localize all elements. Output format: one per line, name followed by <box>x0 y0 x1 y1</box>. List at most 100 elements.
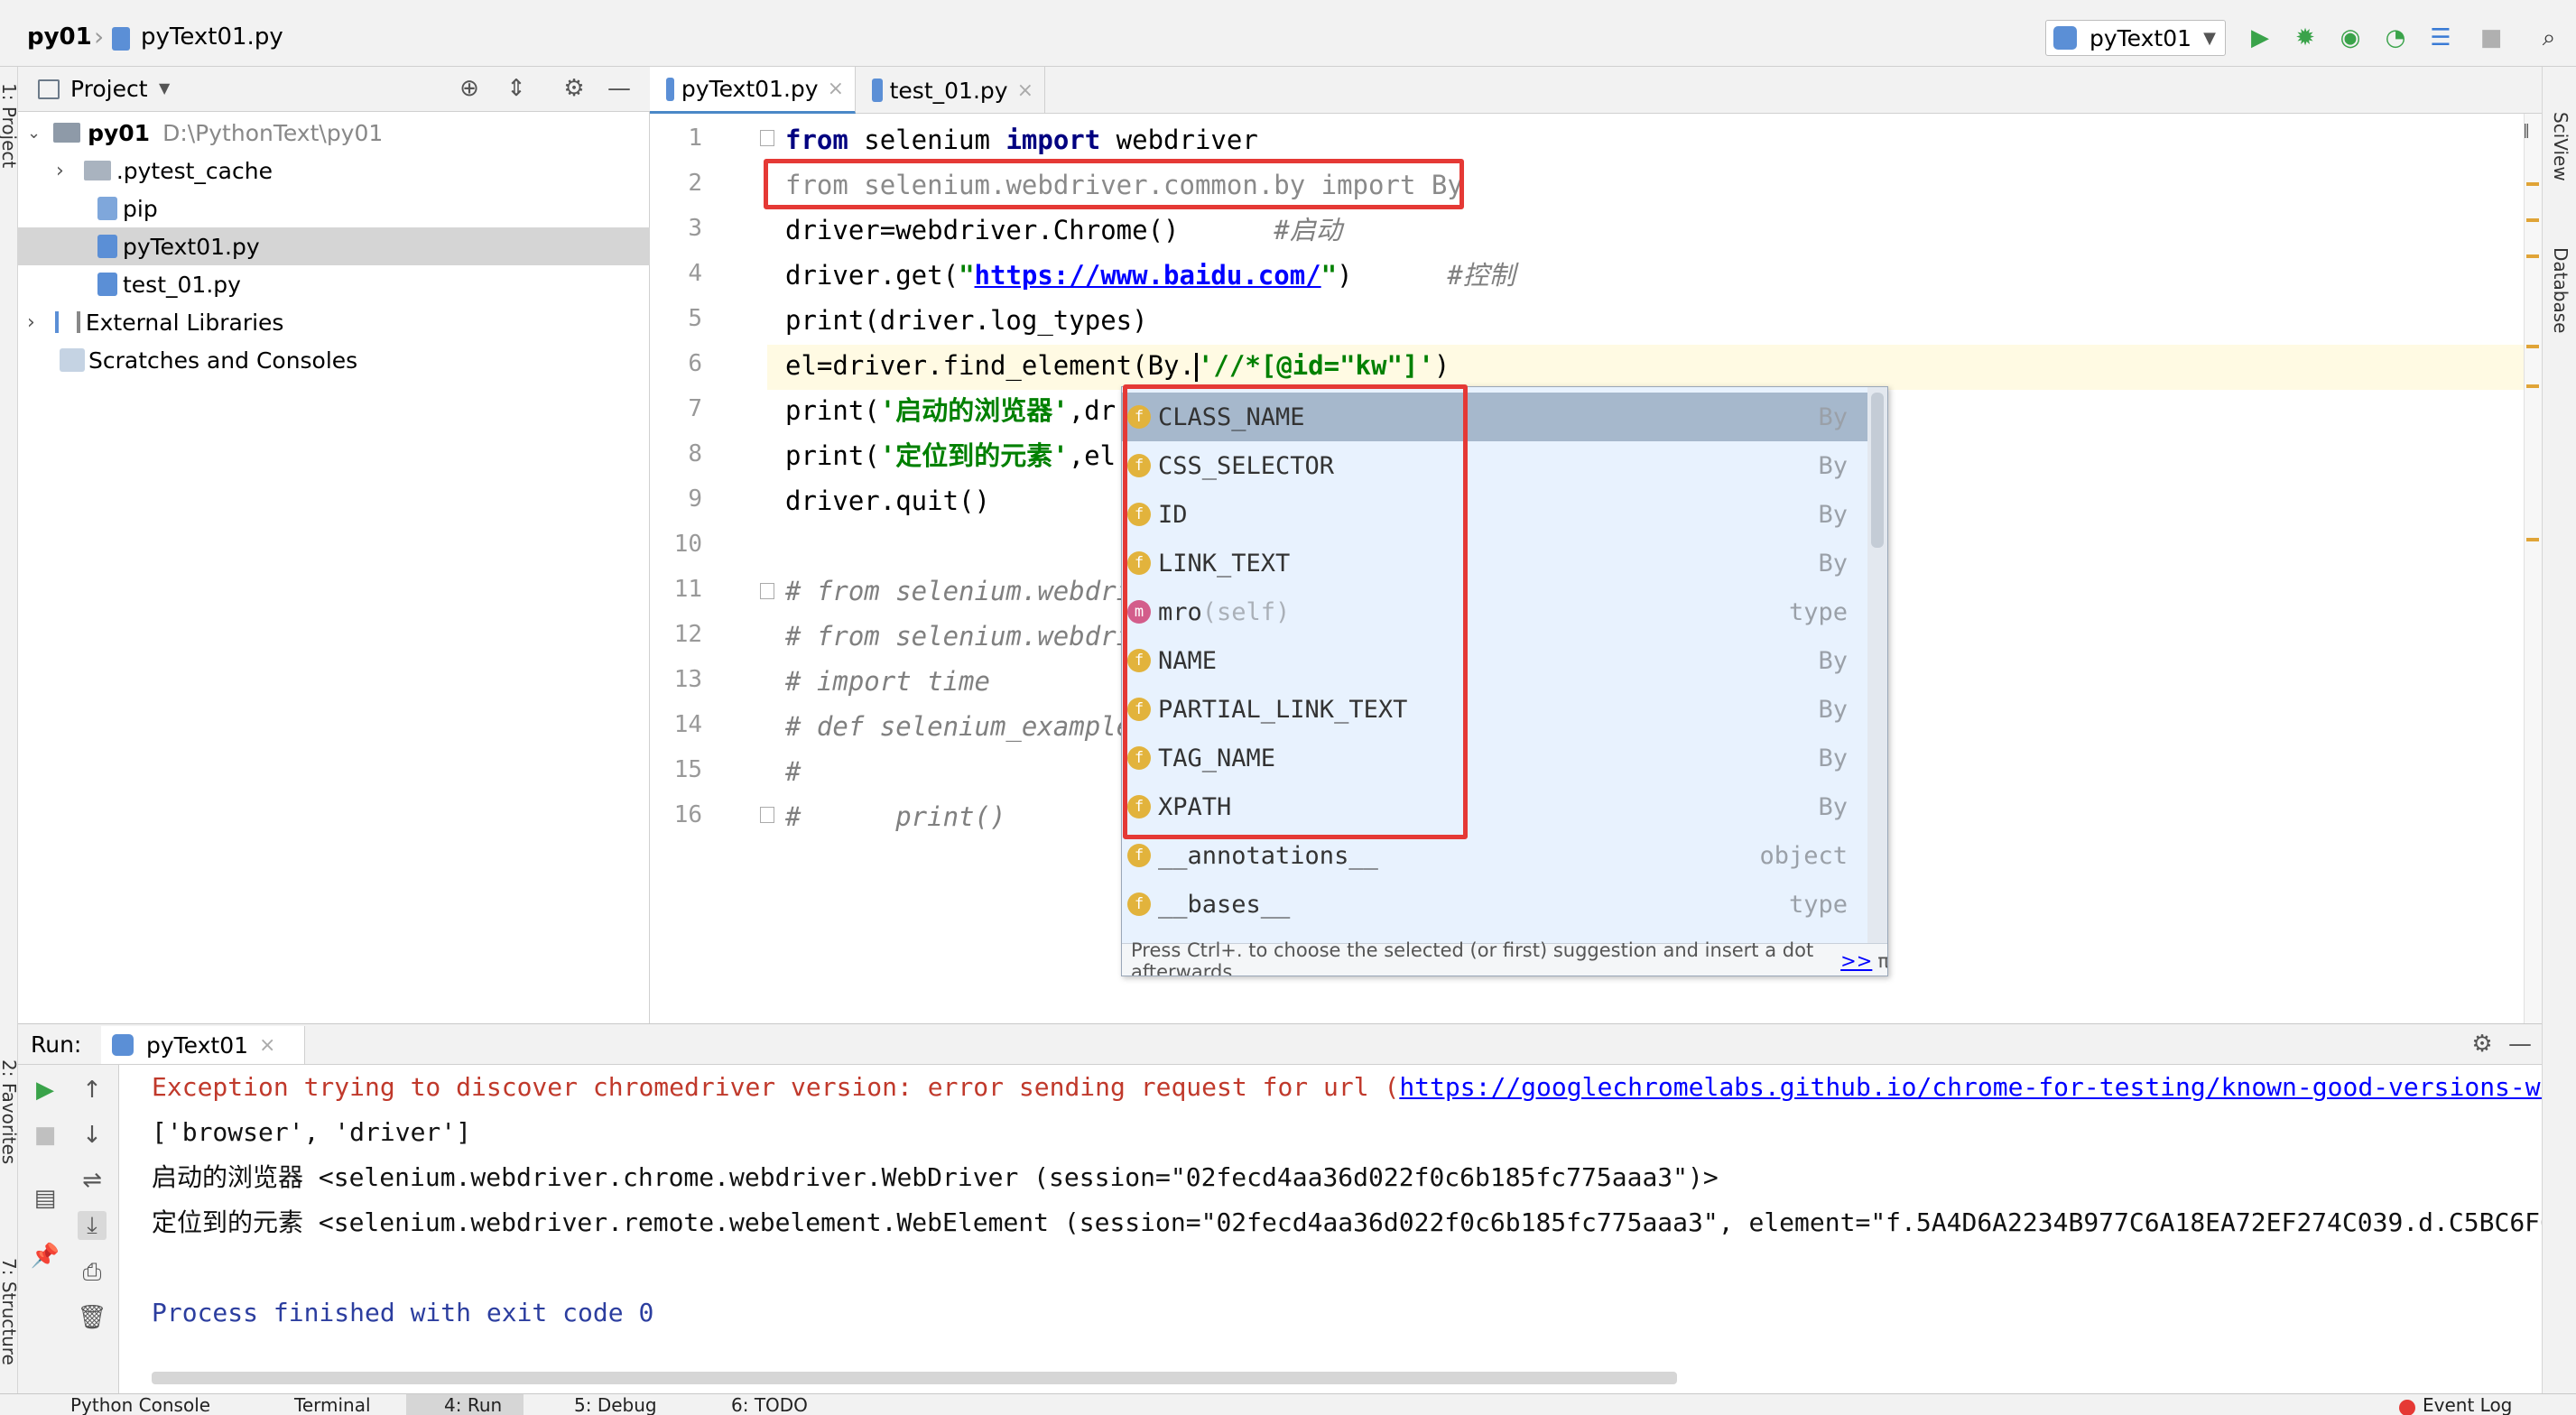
code-line-7: print('启动的浏览器',dr <box>785 395 1117 426</box>
stop-icon[interactable]: ■ <box>2477 23 2506 52</box>
tree-item-test-01[interactable]: test_01.py <box>18 265 650 303</box>
breadcrumb-file[interactable]: pyText01.py <box>141 23 283 51</box>
minimize-icon[interactable]: — <box>605 74 634 103</box>
editor-scrollbar[interactable]: ‖ <box>2523 114 2542 1023</box>
chevron-right-icon[interactable]: › <box>56 160 64 182</box>
todo-tab[interactable]: 6: TODO <box>695 1394 839 1415</box>
event-log-tab[interactable]: Event Log <box>2392 1394 2563 1415</box>
completion-item[interactable]: f ID By <box>1122 490 1867 539</box>
run-tab[interactable]: pyText01 × <box>101 1026 305 1064</box>
terminal-tab[interactable]: Terminal <box>262 1394 406 1415</box>
scroll-to-end-icon[interactable]: ⤓ <box>78 1211 107 1240</box>
completion-hint: Press Ctrl+. to choose the selected (or … <box>1122 939 1887 976</box>
run-tool-tab[interactable]: 4: Run <box>406 1394 524 1415</box>
down-arrow-icon[interactable]: ↓ <box>78 1121 107 1150</box>
right-tool-stripe: SciView Database <box>2542 67 2576 1393</box>
gear-icon[interactable]: ⚙ <box>560 74 588 103</box>
favorites-tool-tab[interactable]: 2: Favorites <box>0 1059 20 1164</box>
breadcrumb-project[interactable]: py01 <box>27 23 92 51</box>
run-with-coverage-icon[interactable]: ◉ <box>2336 23 2365 52</box>
run-config-select[interactable]: pyText01 ▼ <box>2045 20 2226 56</box>
structure-tool-tab[interactable]: 7: Structure <box>0 1258 20 1365</box>
debug-tab[interactable]: 5: Debug <box>542 1394 686 1415</box>
completion-item[interactable]: f __bases__ type <box>1122 880 1867 929</box>
python-console-tab[interactable]: Python Console <box>36 1394 235 1415</box>
sciview-tool-tab[interactable]: SciView <box>2550 112 2571 181</box>
warning-marker[interactable] <box>2526 538 2539 541</box>
completion-item[interactable]: f XPATH By <box>1122 782 1867 831</box>
database-tool-tab[interactable]: Database <box>2550 247 2571 333</box>
completion-item[interactable]: m mro (self) type <box>1122 587 1867 636</box>
tree-item-label: External Libraries <box>85 309 284 336</box>
collapse-all-icon[interactable]: ⇕ <box>502 74 531 103</box>
completion-hint-text: Press Ctrl+. to choose the selected (or … <box>1131 939 1814 976</box>
warning-marker[interactable] <box>2526 182 2539 186</box>
code-line-9: driver.quit() #关 <box>785 486 1174 516</box>
print-icon[interactable]: ⎙ <box>78 1258 107 1287</box>
trash-icon[interactable]: 🗑 <box>78 1303 107 1332</box>
code-line-3: driver=webdriver.Chrome() #启动 <box>785 215 1342 245</box>
completion-hint-link[interactable]: >> <box>1840 950 1872 972</box>
project-tool-tab[interactable]: 1: Project <box>0 83 20 168</box>
chevron-down-icon[interactable]: ▼ <box>159 79 170 97</box>
console-horizontal-scrollbar[interactable] <box>152 1372 1677 1384</box>
chevron-down-icon[interactable]: ⌄ <box>27 124 41 143</box>
tree-item-pip[interactable]: pip <box>18 190 650 227</box>
project-panel-title[interactable]: Project <box>70 76 148 102</box>
rerun-icon[interactable]: ▶ <box>31 1076 60 1105</box>
layout-icon[interactable]: ▤ <box>31 1184 60 1213</box>
close-icon[interactable]: × <box>259 1034 275 1057</box>
up-arrow-icon[interactable]: ↑ <box>78 1076 107 1105</box>
editor-tab-bar: pyText01.py × test_01.py × <box>650 67 2542 114</box>
popup-scrollbar-thumb[interactable] <box>1871 393 1884 548</box>
line-number: 12 <box>673 621 702 648</box>
soft-wrap-icon[interactable]: ⇌ <box>78 1166 107 1195</box>
locate-icon[interactable]: ⊕ <box>455 74 484 103</box>
tree-item-scratches[interactable]: Scratches and Consoles <box>18 341 650 379</box>
pin-icon[interactable]: 📌 <box>31 1242 60 1271</box>
tab-pytext01[interactable]: pyText01.py × <box>650 67 856 114</box>
concurrency-icon[interactable]: ☰ <box>2426 23 2455 52</box>
run-icon[interactable]: ▶ <box>2246 23 2275 52</box>
code-completion-popup[interactable]: f CLASS_NAME By f CSS_SELECTOR By f ID By f LIN… <box>1121 386 1888 976</box>
stop-icon[interactable]: ■ <box>31 1121 60 1150</box>
minimize-icon[interactable]: — <box>2506 1030 2534 1059</box>
scratches-icon <box>60 348 85 372</box>
profile-icon[interactable]: ◔ <box>2381 23 2410 52</box>
console-link[interactable]: https://googlechromelabs.github.io/chrom… <box>1399 1072 2542 1102</box>
warning-marker[interactable] <box>2526 218 2539 222</box>
field-icon: f <box>1127 503 1151 526</box>
code-line-6: el=driver.find_element(By. '//*[@id="kw"]… <box>785 350 1450 382</box>
python-file-icon <box>97 273 117 296</box>
console-output[interactable]: Exception trying to discover chromedrive… <box>119 1065 2542 1393</box>
warning-marker[interactable] <box>2526 384 2539 388</box>
close-icon[interactable]: × <box>828 78 844 100</box>
search-icon[interactable]: ⌕ <box>2534 23 2563 52</box>
code-line-14: # def selenium_example( <box>785 711 1148 742</box>
completion-item[interactable]: f TAG_NAME By <box>1122 734 1867 782</box>
pi-icon[interactable]: π <box>1877 950 1887 972</box>
tree-item-pytest-cache[interactable]: › .pytest_cache <box>18 152 650 190</box>
chevron-right-icon[interactable]: › <box>27 311 35 334</box>
tab-test-01[interactable]: test_01.py × <box>856 67 1045 114</box>
field-icon: f <box>1127 551 1151 575</box>
debug-icon[interactable]: ✹ <box>2291 23 2320 52</box>
gear-icon[interactable]: ⚙ <box>2468 1030 2497 1059</box>
completion-item[interactable]: f CLASS_NAME By <box>1122 393 1867 441</box>
code-line-13: # import time <box>785 666 990 697</box>
completion-item[interactable]: f NAME By <box>1122 636 1867 685</box>
tree-item-external-libraries[interactable]: › External Libraries <box>18 303 650 341</box>
tree-item-py01[interactable]: ⌄ py01 D:\PythonText\py01 <box>18 114 650 152</box>
tree-item-pytext01[interactable]: pyText01.py <box>18 227 650 265</box>
warning-marker[interactable] <box>2526 345 2539 348</box>
project-view-icon <box>38 79 60 99</box>
inspection-icon[interactable]: ‖ <box>2523 121 2537 138</box>
menubar <box>0 0 2576 9</box>
completion-item[interactable]: f CSS_SELECTOR By <box>1122 441 1867 490</box>
close-icon[interactable]: × <box>1017 79 1033 102</box>
warning-marker[interactable] <box>2526 254 2539 258</box>
tree-item-label: pyText01.py <box>123 233 260 260</box>
completion-item[interactable]: f __annotations__ object <box>1122 831 1867 880</box>
completion-item[interactable]: f LINK_TEXT By <box>1122 539 1867 587</box>
completion-item[interactable]: f PARTIAL_LINK_TEXT By <box>1122 685 1867 734</box>
